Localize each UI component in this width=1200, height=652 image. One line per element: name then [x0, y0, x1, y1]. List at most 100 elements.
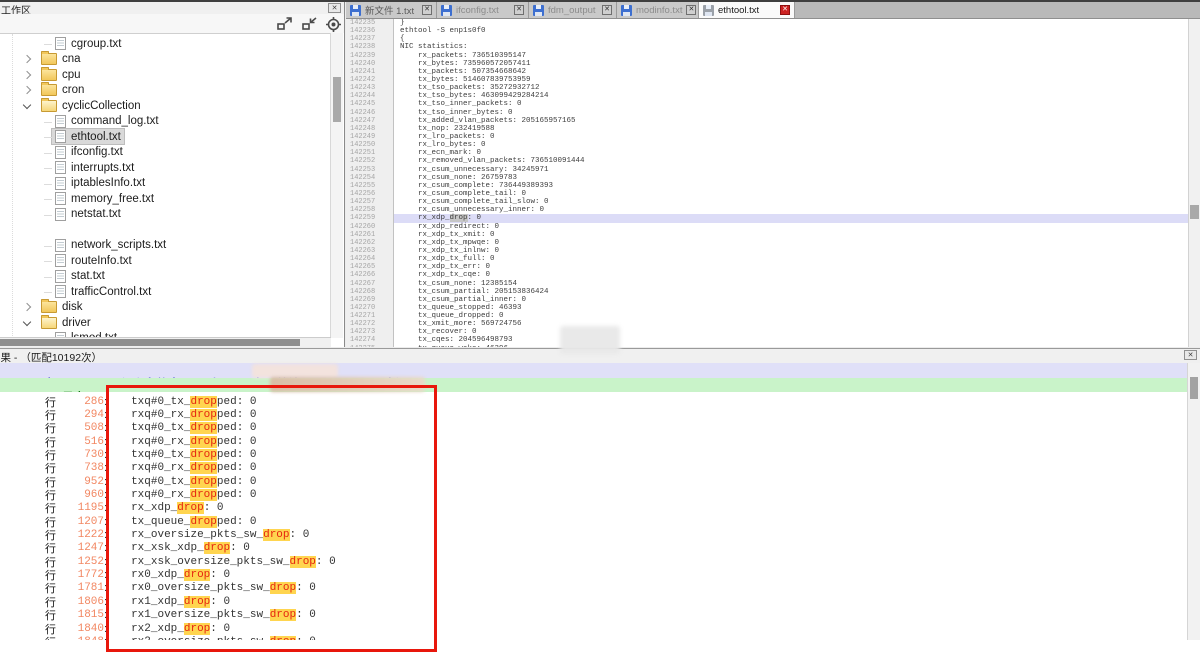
tree-item-box: ifconfig.txt: [52, 145, 126, 160]
workspace-horizontal-scrollbar-thumb[interactable]: [0, 339, 300, 346]
results-vertical-scrollbar-thumb[interactable]: [1190, 377, 1198, 399]
line-text: rx_xdp_redirect: 0: [394, 223, 1189, 231]
tree-item-box: stat.txt: [52, 269, 108, 284]
expand-all-icon[interactable]: [276, 17, 293, 31]
censor-blur-editor: [560, 326, 620, 354]
tree-file-memory_free.txt[interactable]: memory_free.txt: [0, 191, 331, 207]
tree-file-network_scripts.txt[interactable]: network_scripts.txt: [0, 238, 331, 254]
line-number: 142252: [346, 157, 394, 165]
editor-content[interactable]: 142235}142236ethtool -S enp1s0f0142237{1…: [346, 19, 1189, 347]
tree-folder-cna[interactable]: cna: [0, 52, 331, 68]
editor-vertical-scrollbar-thumb[interactable]: [1190, 205, 1199, 219]
line-text: rx_csum_complete_tail_slow: 0: [394, 198, 1189, 206]
tree-item-box: cna: [38, 52, 84, 66]
line-number: 142269: [346, 296, 394, 304]
workspace-vertical-scrollbar-thumb[interactable]: [333, 77, 341, 122]
tree-file-netstat.txt[interactable]: netstat.txt: [0, 207, 331, 223]
workspace-tree[interactable]: cgroup.txtcna cpucroncyclicCollectioncomm…: [0, 33, 331, 338]
editor-line: 142267 tx_csum_none: 12385154: [346, 280, 1189, 288]
row-line-number: 730: [56, 449, 104, 461]
locate-current-file-icon[interactable]: [326, 17, 341, 32]
tab-label: 新文件 1.txt: [365, 3, 418, 17]
file-icon: [55, 37, 66, 50]
close-tab-icon[interactable]: ✕: [686, 5, 696, 15]
tree-folder-disk[interactable]: disk: [0, 300, 331, 316]
tree-item-label: driver: [62, 317, 91, 329]
editor-vertical-scrollbar[interactable]: [1188, 19, 1200, 347]
editor-line: 142274 tx_cqes: 204596498793: [346, 336, 1189, 344]
tab-fdm_output[interactable]: fdm_output✕: [529, 2, 617, 18]
editor-line: 142245 tx_tso_inner_packets: 0: [346, 100, 1189, 108]
chevron-right-icon[interactable]: [23, 86, 31, 94]
tree-file-routeInfo.txt[interactable]: routeInfo.txt: [0, 253, 331, 269]
file-icon: [55, 285, 66, 298]
editor-line: 142265 rx_xdp_tx_err: 0: [346, 263, 1189, 271]
results-vertical-scrollbar[interactable]: [1187, 363, 1200, 640]
chevron-right-icon[interactable]: [23, 55, 31, 63]
editor-line: 142247 tx_added_vlan_packets: 2051659571…: [346, 117, 1189, 125]
editor-line: 142256 rx_csum_complete_tail: 0: [346, 190, 1189, 198]
editor-line: 142237{: [346, 35, 1189, 43]
chevron-right-icon[interactable]: [23, 303, 31, 311]
tab-ethtool.txt[interactable]: ethtool.txt✕: [699, 2, 795, 18]
chevron-right-icon[interactable]: [23, 71, 31, 79]
workspace-horizontal-scrollbar[interactable]: [0, 337, 331, 347]
close-tab-icon[interactable]: ✕: [602, 5, 612, 15]
tree-file-iptablesInfo.txt[interactable]: iptablesInfo.txt: [0, 176, 331, 192]
line-text: {: [394, 35, 1189, 43]
editor-line: 142271 tx_queue_dropped: 0: [346, 312, 1189, 320]
file-icon: [55, 130, 66, 143]
tree-gap: [0, 222, 331, 238]
tree-item-box: cpu: [38, 68, 84, 82]
chevron-down-icon[interactable]: [23, 318, 31, 326]
chevron-down-icon[interactable]: [23, 101, 31, 109]
tree-file-trafficControl.txt[interactable]: trafficControl.txt: [0, 284, 331, 300]
editor-line: 142240 rx_bytes: 735960572057411: [346, 60, 1189, 68]
tree-file-ethtool.txt[interactable]: ethtool.txt: [0, 129, 331, 145]
tab-label: modinfo.txt: [636, 5, 682, 16]
editor-line: 142243 tx_tso_packets: 35272932712: [346, 84, 1189, 92]
tree-file-cgroup.txt[interactable]: cgroup.txt: [0, 36, 331, 52]
row-line-number: 516: [56, 436, 104, 448]
line-number: 142259: [346, 214, 394, 222]
line-number: 142250: [346, 141, 394, 149]
close-results-icon[interactable]: ✕: [1184, 350, 1197, 360]
folder-icon: [41, 100, 57, 112]
tree-item-label: ethtool.txt: [71, 131, 121, 143]
tree-folder-driver[interactable]: driver: [0, 315, 331, 331]
close-tab-icon[interactable]: ✕: [780, 5, 790, 15]
line-number: 142265: [346, 263, 394, 271]
line-text: tx_nop: 232419588: [394, 125, 1189, 133]
tab-新文件 1.txt[interactable]: 新文件 1.txt ✕: [346, 2, 437, 18]
collapse-all-icon[interactable]: [301, 17, 318, 31]
tree-folder-cyclicCollection[interactable]: cyclicCollection: [0, 98, 331, 114]
row-line-number: 960: [56, 489, 104, 501]
tree-folder-cpu[interactable]: cpu: [0, 67, 331, 83]
tree-folder-cron[interactable]: cron: [0, 83, 331, 99]
line-text: tx_csum_none: 12385154: [394, 280, 1189, 288]
tree-file-stat.txt[interactable]: stat.txt: [0, 269, 331, 285]
tab-ifconfig.txt[interactable]: ifconfig.txt ✕: [437, 2, 529, 18]
tab-label: ifconfig.txt: [456, 5, 510, 16]
line-number: 142249: [346, 133, 394, 141]
line-number: 142256: [346, 190, 394, 198]
floppy-icon: [350, 5, 361, 16]
tab-modinfo.txt[interactable]: modinfo.txt ✕: [617, 2, 699, 18]
tree-file-ifconfig.txt[interactable]: ifconfig.txt: [0, 145, 331, 161]
file-icon: [55, 239, 66, 252]
line-text: rx_xdp_tx_mpwqe: 0: [394, 239, 1189, 247]
line-number: 142274: [346, 336, 394, 344]
line-text: rx_lro_packets: 0: [394, 133, 1189, 141]
close-workspace-icon[interactable]: ✕: [328, 3, 341, 13]
tree-item-label: command_log.txt: [71, 115, 159, 127]
tree-file-command_log.txt[interactable]: command_log.txt: [0, 114, 331, 130]
tree-file-interrupts.txt[interactable]: interrupts.txt: [0, 160, 331, 176]
workspace-vertical-scrollbar[interactable]: [330, 33, 343, 338]
line-number: 142264: [346, 255, 394, 263]
close-tab-icon[interactable]: ✕: [422, 5, 432, 15]
line-text: rx_lro_bytes: 0: [394, 141, 1189, 149]
row-line-number: 1222: [56, 529, 104, 541]
floppy-icon: [533, 5, 544, 16]
line-number: 142248: [346, 125, 394, 133]
close-tab-icon[interactable]: ✕: [514, 5, 524, 15]
